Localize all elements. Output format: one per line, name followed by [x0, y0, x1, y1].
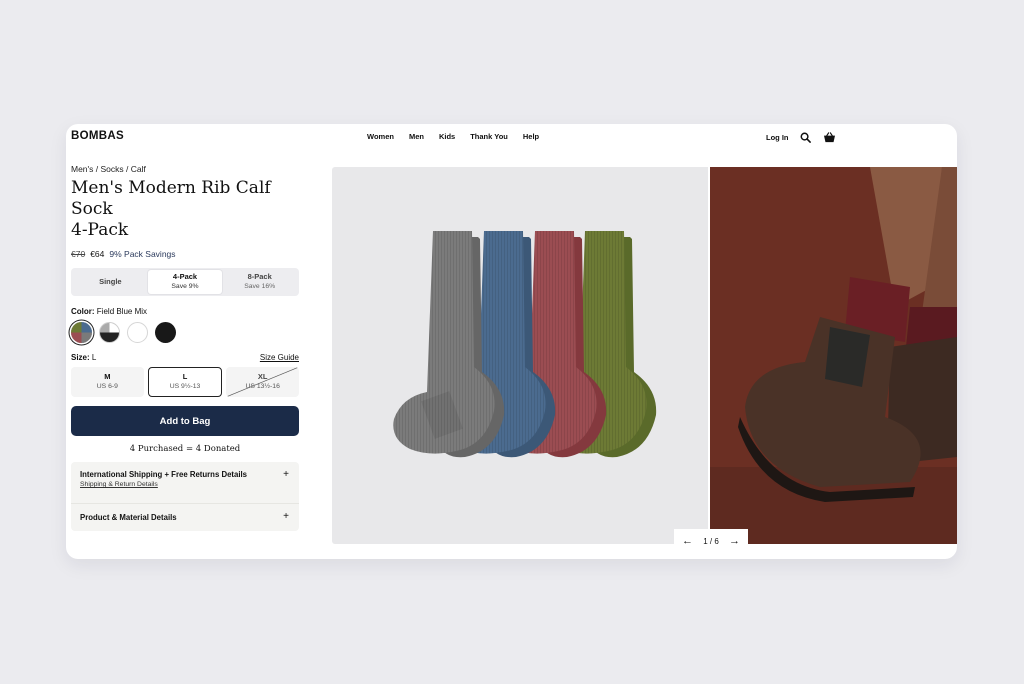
- nav-link-men[interactable]: Men: [409, 132, 424, 141]
- search-icon[interactable]: [799, 130, 813, 144]
- pack-selector: Single 4-Pack Save 9% 8-Pack Save 16%: [71, 268, 299, 296]
- nav-link-women[interactable]: Women: [367, 132, 394, 141]
- size-option-m[interactable]: M US 6-9: [71, 367, 144, 397]
- size-guide-link[interactable]: Size Guide: [260, 353, 299, 362]
- pack-option-label: 8-Pack: [247, 272, 272, 281]
- swatch-field-blue-mix[interactable]: [71, 322, 92, 343]
- gallery-pager: ← 1 / 6 →: [674, 529, 748, 554]
- nav-links: Women Men Kids Thank You Help: [367, 132, 539, 141]
- accordion-shipping[interactable]: International Shipping + Free Returns De…: [71, 462, 299, 503]
- nav-link-kids[interactable]: Kids: [439, 132, 455, 141]
- swatch-white[interactable]: [127, 322, 148, 343]
- color-label: Color: Field Blue Mix: [71, 307, 148, 316]
- breadcrumb[interactable]: Men's / Socks / Calf: [71, 164, 299, 174]
- selected-color: Field Blue Mix: [96, 307, 148, 316]
- pack-option-savings: Save 16%: [244, 283, 276, 290]
- pack-option-4-pack[interactable]: 4-Pack Save 9%: [147, 270, 223, 294]
- swatch-black-white-mix[interactable]: [99, 322, 120, 343]
- product-page-card: BOMBAS Women Men Kids Thank You Help Log…: [66, 124, 957, 559]
- pack-savings: 9% Pack Savings: [109, 249, 176, 259]
- accordion-material-title: Product & Material Details: [80, 513, 177, 522]
- login-link[interactable]: Log In: [766, 133, 789, 142]
- cart-basket-icon[interactable]: [823, 130, 837, 144]
- expand-plus-icon[interactable]: +: [283, 469, 289, 480]
- size-selector: M US 6-9 L US 9½-13 XL US 13½-16: [71, 367, 300, 397]
- bombas-logo[interactable]: BOMBAS: [71, 130, 124, 142]
- pack-option-label: 4-Pack: [172, 272, 198, 281]
- selected-size: L: [91, 353, 97, 362]
- nav-actions: Log In: [766, 130, 837, 144]
- add-to-bag-button[interactable]: Add to Bag: [71, 406, 299, 436]
- swatch-black[interactable]: [155, 322, 176, 343]
- details-accordion: International Shipping + Free Returns De…: [71, 462, 299, 531]
- product-info-panel: Men's / Socks / Calf Men's Modern Rib Ca…: [71, 164, 300, 531]
- accordion-material[interactable]: Product & Material Details +: [71, 503, 299, 531]
- color-swatches: [71, 322, 299, 343]
- product-title-line-1: Men's Modern Rib Calf Sock: [71, 178, 271, 219]
- expand-plus-icon[interactable]: +: [283, 511, 289, 522]
- product-title: Men's Modern Rib Calf Sock 4-Pack: [71, 178, 299, 241]
- pack-option-label: Single: [99, 277, 122, 286]
- nav-link-thank-you[interactable]: Thank You: [470, 132, 508, 141]
- size-header: Size: L Size Guide: [71, 353, 299, 362]
- next-image-arrow-icon[interactable]: →: [729, 536, 740, 547]
- original-price: €70: [71, 249, 86, 259]
- product-image-socks[interactable]: [332, 167, 708, 544]
- price-row: €70 €64 9% Pack Savings: [71, 249, 299, 259]
- prev-image-arrow-icon[interactable]: ←: [682, 536, 693, 547]
- product-title-line-2: 4-Pack: [71, 220, 129, 240]
- size-label: Size: L: [71, 353, 97, 362]
- gallery-page-indicator: 1 / 6: [703, 537, 719, 546]
- shipping-return-link[interactable]: Shipping & Return Details: [80, 481, 290, 488]
- nav-link-help[interactable]: Help: [523, 132, 539, 141]
- accordion-shipping-title: International Shipping + Free Returns De…: [80, 470, 248, 479]
- pack-option-single[interactable]: Single: [73, 270, 148, 294]
- sale-price: €64: [90, 249, 105, 259]
- size-option-l[interactable]: L US 9½-13: [147, 367, 223, 397]
- top-nav: BOMBAS Women Men Kids Thank You Help Log…: [66, 124, 957, 150]
- product-image-lifestyle-boots[interactable]: [710, 167, 957, 544]
- size-option-xl[interactable]: XL US 13½-16: [226, 367, 300, 397]
- donation-message: 4 Purchased = 4 Donated: [129, 444, 241, 454]
- pack-option-8-pack[interactable]: 8-Pack Save 16%: [222, 270, 297, 294]
- pack-option-savings: Save 9%: [171, 283, 199, 290]
